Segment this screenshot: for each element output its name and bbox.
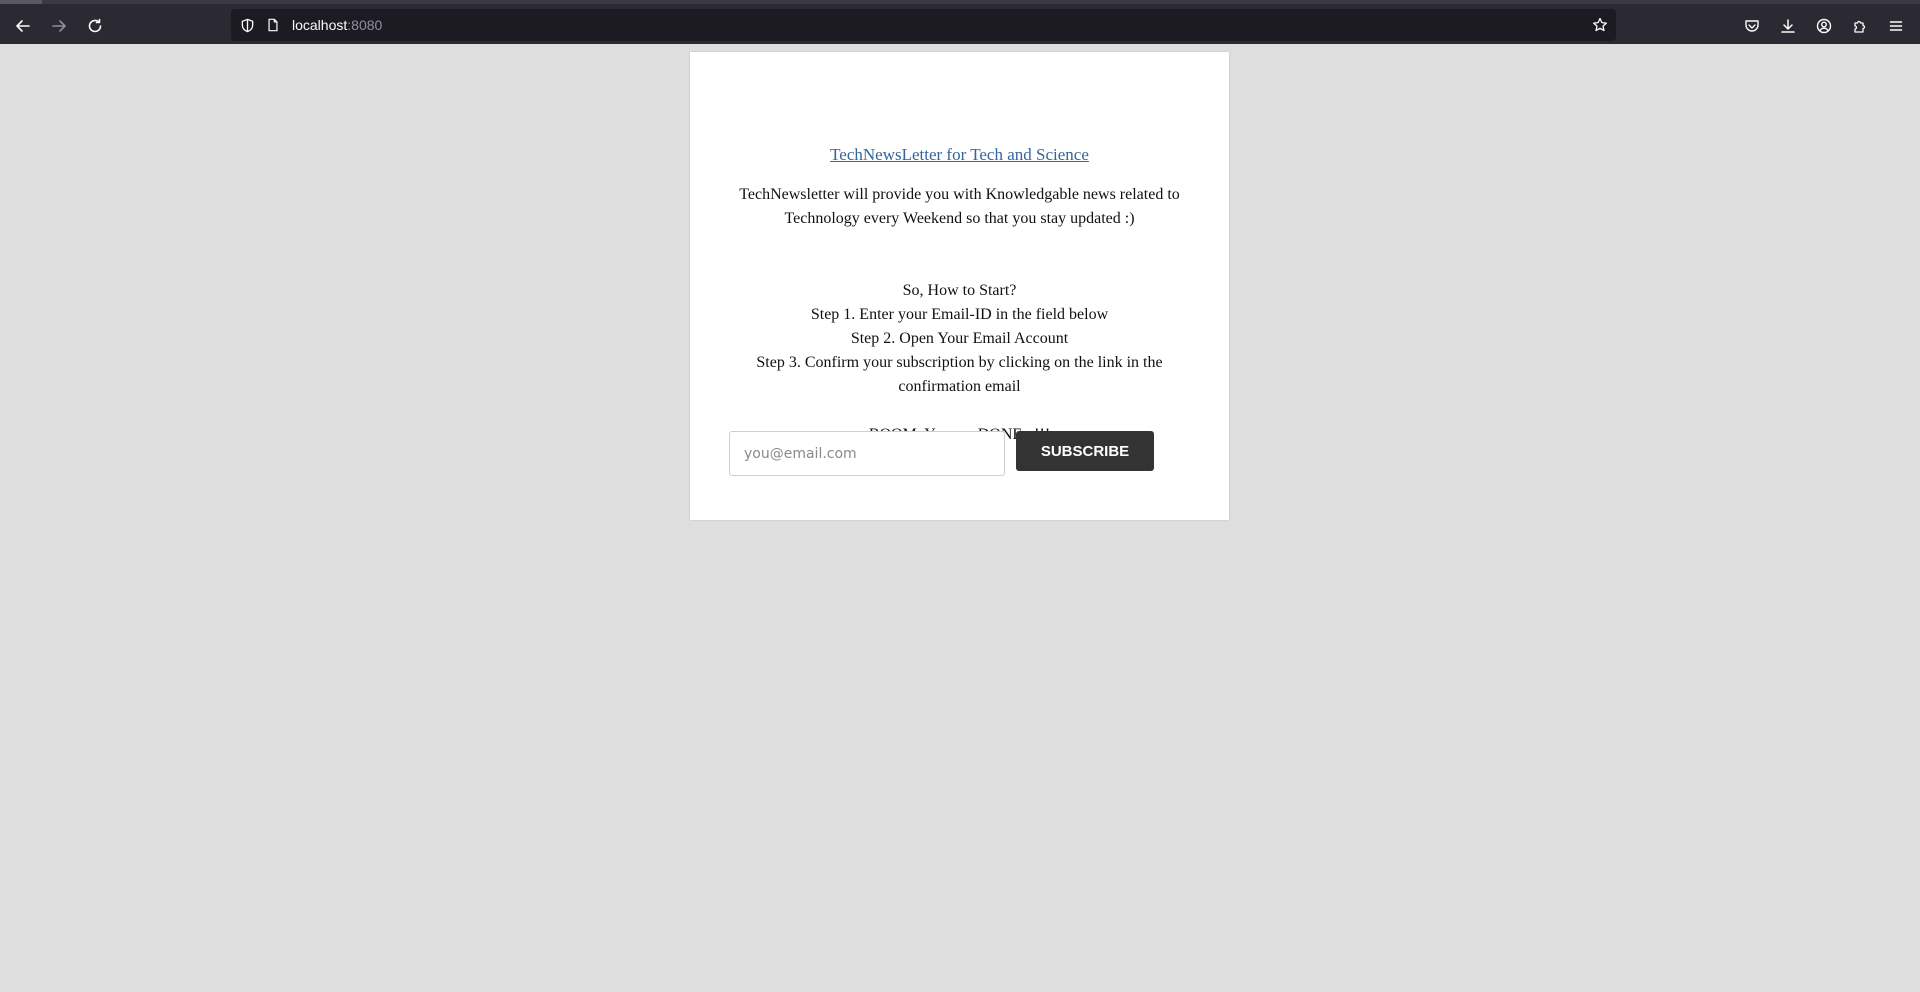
browser-toolbar: localhost:8080 (0, 0, 1920, 44)
step-1: Step 1. Enter your Email-ID in the field… (810, 306, 1109, 323)
star-icon[interactable] (1592, 17, 1608, 33)
back-button[interactable] (9, 12, 37, 40)
subscribe-button[interactable]: SUBSCRIBE (1016, 431, 1154, 471)
intro-text: TechNewsletter will provide you with Kno… (739, 186, 1180, 227)
extensions-button[interactable] (1846, 12, 1874, 40)
step-2: Step 2. Open Your Email Account (850, 330, 1069, 347)
tab-strip-indicator (0, 0, 42, 4)
download-icon (1781, 19, 1795, 33)
url-host: localhost (292, 17, 348, 33)
email-input[interactable] (729, 431, 1005, 476)
arrow-left-icon (16, 20, 30, 32)
account-icon (1816, 18, 1832, 34)
newsletter-title-link[interactable]: TechNewsLetter for Tech and Science (690, 145, 1229, 165)
url-port: :8080 (347, 17, 383, 33)
downloads-button[interactable] (1774, 12, 1802, 40)
shield-icon[interactable] (239, 17, 255, 33)
step-3: Step 3. Confirm your subscription by cli… (756, 354, 1163, 395)
steps-heading: So, How to Start? (902, 282, 1017, 299)
steps-list: So, How to Start? Step 1. Enter your Ema… (730, 279, 1189, 399)
forward-button[interactable] (45, 12, 73, 40)
address-bar[interactable]: localhost:8080 (231, 9, 1616, 41)
pocket-icon (1745, 20, 1759, 32)
hamburger-menu-icon (1889, 21, 1903, 31)
reload-button[interactable] (81, 12, 109, 40)
page-icon[interactable] (265, 17, 281, 33)
reload-icon (88, 18, 102, 33)
url-text[interactable]: localhost:8080 (292, 17, 382, 33)
account-button[interactable] (1810, 12, 1838, 40)
app-menu-button[interactable] (1882, 12, 1910, 40)
puzzle-icon (1854, 20, 1866, 33)
pocket-button[interactable] (1738, 12, 1766, 40)
arrow-right-icon (52, 20, 66, 32)
